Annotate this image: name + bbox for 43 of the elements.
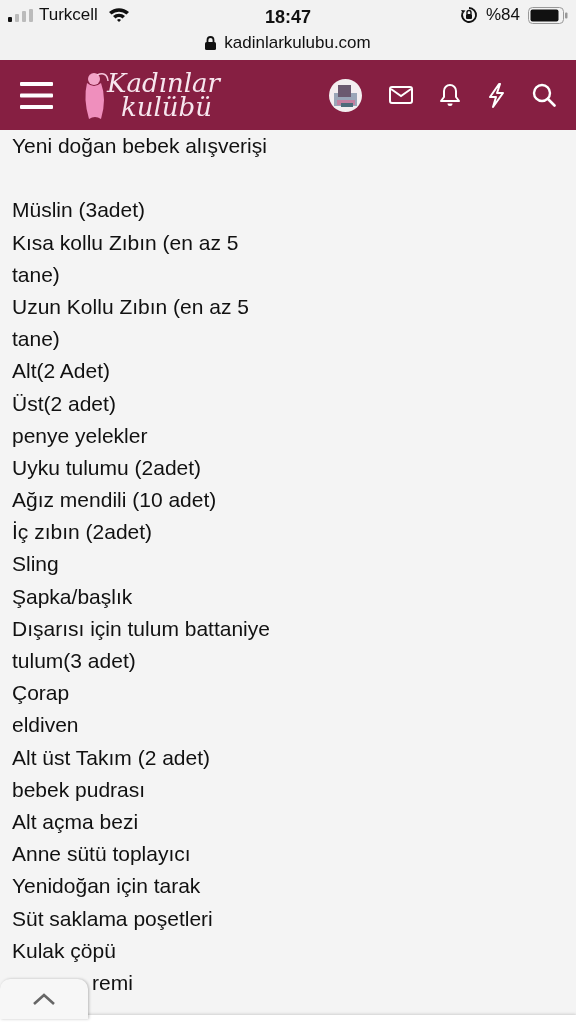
list-line: Alt(2 Adet): [12, 359, 111, 383]
post-title: Yeni doğan bebek alışverişi: [12, 134, 267, 157]
list-line: Çorap: [12, 681, 70, 705]
list-line: Alt üst Takım (2 adet): [12, 745, 211, 769]
bell-icon[interactable]: [440, 83, 460, 107]
list-line: tane): [12, 262, 60, 286]
battery-percentage: %84: [485, 4, 520, 27]
list-line: Şapka/başlık: [12, 584, 133, 608]
list-line: Üst(2 adet): [12, 391, 116, 415]
list-line: tane): [12, 327, 60, 351]
lightning-icon[interactable]: [487, 82, 505, 108]
logo-text[interactable]: kulübü: [121, 95, 220, 119]
signal-icon: [8, 8, 35, 22]
list-line: eldiven: [12, 713, 79, 737]
rotation-lock-icon: [459, 6, 478, 24]
list-line: Müslin (3adet): [12, 198, 146, 222]
list-line: bebek pudrası: [12, 777, 146, 801]
list-line: Kulak çöpü: [12, 938, 116, 962]
list-line: tulum(3 adet): [12, 649, 136, 672]
list-line: Kısa kollu Zıbın (en az 5: [12, 230, 239, 254]
list-line: Anne sütü toplayıcı: [12, 842, 191, 866]
list-line: İç zıbın (2adet): [12, 520, 153, 544]
search-icon[interactable]: [532, 83, 556, 107]
url-text[interactable]: kadinlarkulubu.com: [224, 30, 371, 56]
carrier-name: Turkcell: [39, 4, 98, 27]
list-line: Süt saklama poşetleri: [12, 906, 213, 930]
list-line: Uzun Kollu Zıbın (en az 5: [12, 294, 249, 318]
list-line: penye yelekler: [12, 423, 148, 447]
battery-icon: [528, 6, 568, 24]
list-line: Uyku tulumu (2adet): [12, 455, 202, 479]
wifi-icon: [107, 7, 130, 23]
logo-text[interactable]: Kadınlar: [107, 71, 220, 95]
list-line: remi: [92, 970, 133, 994]
chevron-up-icon: [32, 992, 56, 1006]
list-line: Alt açma bezi: [12, 809, 139, 833]
menu-icon[interactable]: [20, 81, 53, 109]
list-line: Yenidoğan için tarak: [12, 874, 201, 898]
list-line: Ağız mendili (10 adet): [12, 488, 217, 512]
mail-icon[interactable]: [389, 86, 413, 104]
list-line: Dışarısı için tulum battaniye: [12, 616, 270, 640]
list-line: Sling: [12, 552, 59, 576]
lock-icon: [205, 36, 217, 50]
status-time: 18:47: [263, 6, 312, 29]
